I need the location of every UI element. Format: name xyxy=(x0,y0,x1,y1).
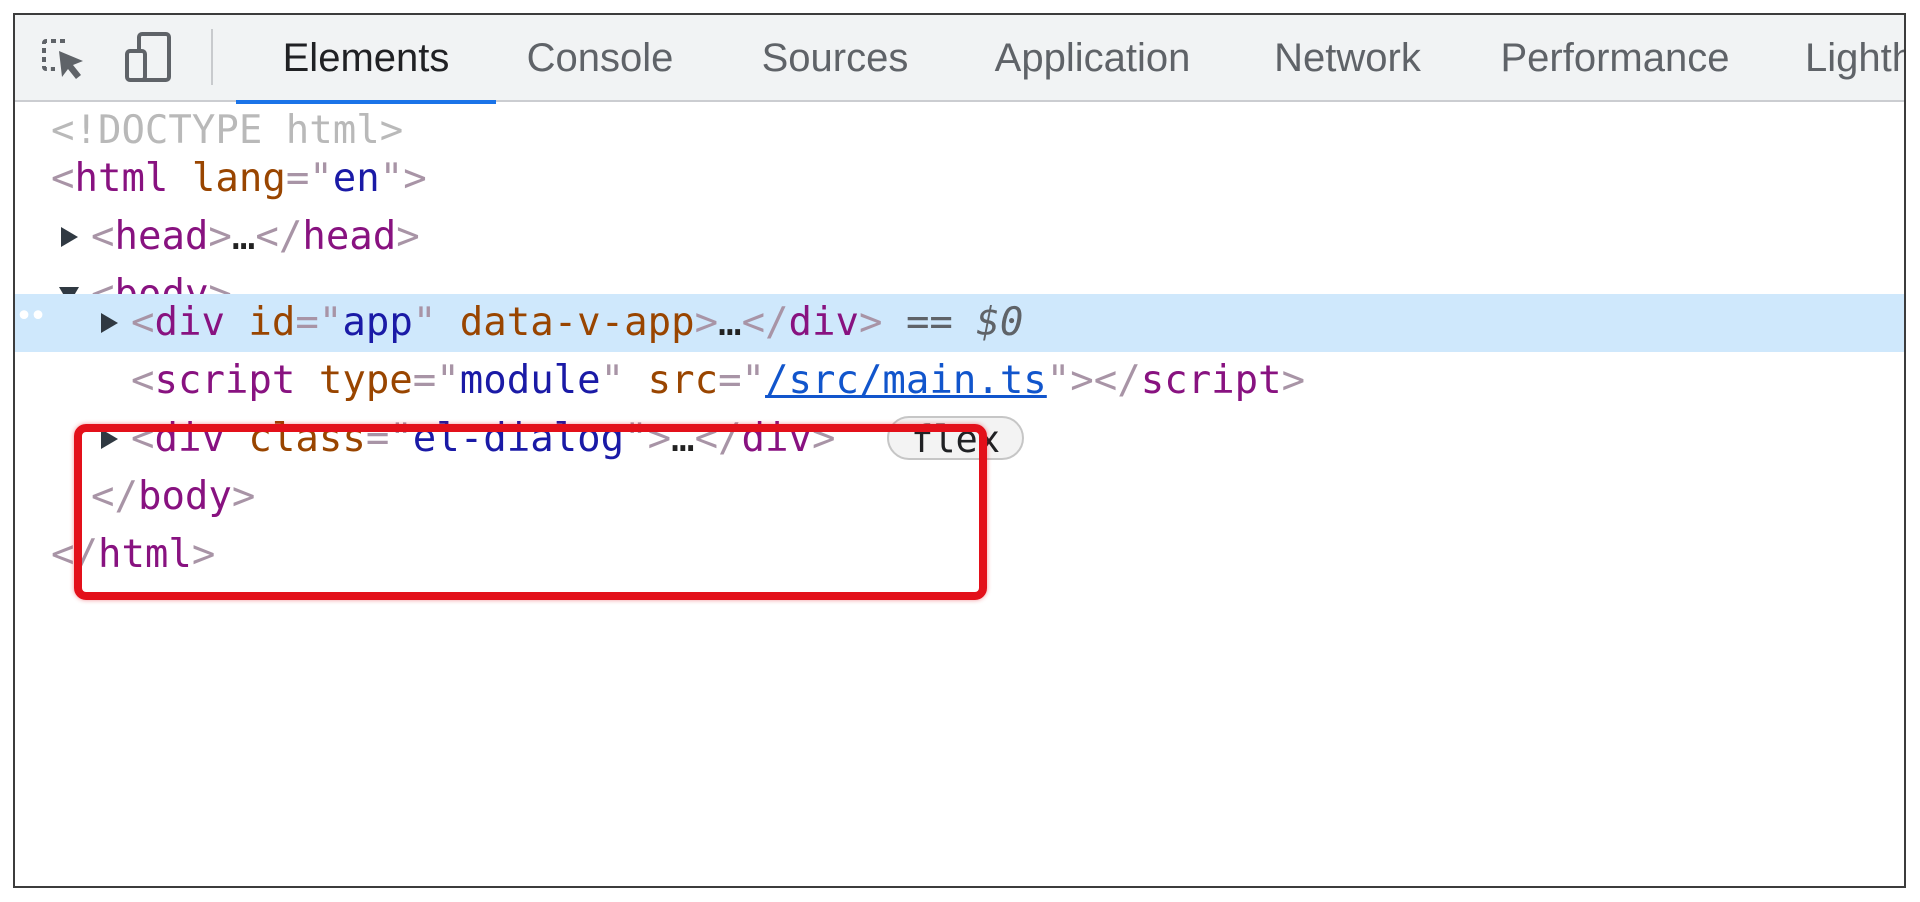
devtools-window: Elements Console Sources Application Net… xyxy=(13,13,1906,888)
device-toolbar-icon[interactable] xyxy=(122,31,176,85)
toolbar-separator xyxy=(211,29,213,85)
div-app-tag: <div id="app" data-v-app>…</div> == $0 xyxy=(131,300,1024,345)
html-close-tag: </html> xyxy=(51,532,216,577)
tab-sources[interactable]: Sources xyxy=(750,15,920,102)
html-open-tag: <html lang="en"> xyxy=(51,156,427,201)
tab-elements[interactable]: Elements xyxy=(236,15,496,104)
expand-triangle-icon[interactable] xyxy=(101,313,118,333)
tab-console[interactable]: Console xyxy=(520,15,680,102)
tab-performance[interactable]: Performance xyxy=(1490,15,1740,102)
tab-network-label: Network xyxy=(1274,36,1421,80)
div-el-dialog-tag: <div class="el-dialog">…</div> xyxy=(131,416,836,461)
script-src-link[interactable]: /src/main.ts xyxy=(765,358,1047,403)
more-actions-dots[interactable]: •• xyxy=(15,288,47,346)
tab-network[interactable]: Network xyxy=(1260,15,1435,102)
body-close-tag: </body> xyxy=(91,474,256,519)
inspect-element-icon[interactable] xyxy=(35,31,89,85)
head-tag: <head>…</head> xyxy=(91,214,420,259)
selected-node-marker: == $0 xyxy=(905,300,1024,345)
tree-node-body-close[interactable]: </body> xyxy=(15,468,1904,526)
tab-console-label: Console xyxy=(526,36,674,80)
tree-node-html-close[interactable]: </html> xyxy=(15,526,1904,584)
expand-triangle-icon[interactable] xyxy=(101,429,118,449)
tab-application[interactable]: Application xyxy=(975,15,1210,102)
script-tag: <script type="module" src="/src/main.ts"… xyxy=(131,358,1306,403)
flex-badge[interactable]: flex xyxy=(887,416,1025,461)
elements-tree: <!DOCTYPE html> <html lang="en"> <head>…… xyxy=(15,102,1904,886)
tab-lighthouse[interactable]: Lighth xyxy=(1805,15,1906,102)
tree-node-html[interactable]: <html lang="en"> xyxy=(15,150,1904,208)
expand-triangle-icon[interactable] xyxy=(61,227,78,247)
tree-node-div-app[interactable]: •• <div id="app" data-v-app>…</div> == $… xyxy=(15,294,1904,352)
tab-elements-label: Elements xyxy=(282,36,450,80)
tree-node-script[interactable]: <script type="module" src="/src/main.ts"… xyxy=(15,352,1904,410)
tab-application-label: Application xyxy=(994,36,1191,80)
tree-node-head[interactable]: <head>…</head> xyxy=(15,208,1904,266)
tab-sources-label: Sources xyxy=(761,36,909,80)
tab-lighthouse-label: Lighth xyxy=(1805,36,1906,80)
tab-performance-label: Performance xyxy=(1500,36,1730,80)
tree-node-div-el-dialog[interactable]: <div class="el-dialog">…</div> flex xyxy=(15,410,1904,468)
devtools-toolbar: Elements Console Sources Application Net… xyxy=(15,15,1906,104)
